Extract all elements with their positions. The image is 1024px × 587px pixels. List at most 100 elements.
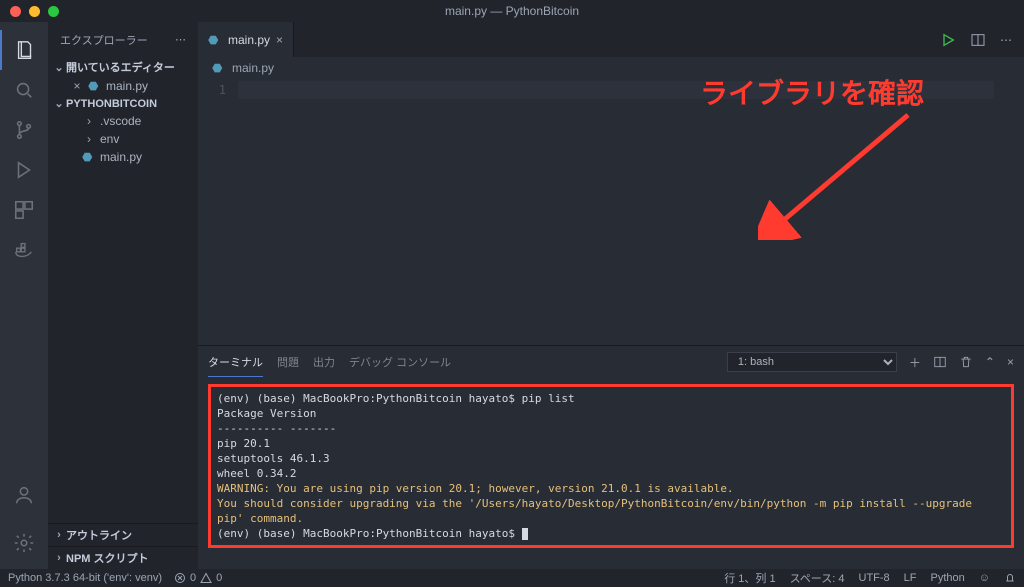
annotation-text: ライブラリを確認 [700,72,924,112]
search-activity[interactable] [0,70,48,110]
more-icon[interactable]: ⋯ [1000,33,1012,47]
status-problems[interactable]: 0 0 [174,572,222,584]
editor-tabs: ⬣ main.py × ⋯ [198,22,1024,57]
open-editors-section[interactable]: ⌄ 開いているエディター [48,57,198,77]
debug-activity[interactable] [0,150,48,190]
python-file-icon: ⬣ [208,33,222,47]
npm-scripts-section[interactable]: › NPM スクリプト [48,546,198,569]
docker-activity[interactable] [0,230,48,270]
python-file-icon: ⬣ [82,150,96,164]
editor-actions: ⋯ [940,22,1024,57]
close-icon[interactable]: × [276,33,283,47]
outline-section[interactable]: › アウトライン [48,523,198,546]
new-terminal-icon[interactable]: ＋ [909,354,921,371]
status-spaces[interactable]: スペース: 4 [790,570,845,586]
maximize-window-button[interactable] [48,6,59,17]
maximize-panel-icon[interactable]: ⌃ [985,355,995,369]
window-controls [10,6,59,17]
breadcrumb-text: main.py [232,61,274,75]
outline-label: アウトライン [66,527,132,543]
trash-icon[interactable] [959,355,973,369]
panel-tabs: ターミナル問題出力デバッグ コンソール 1: bash ＋ ⌃ × [198,346,1024,378]
panel-tab[interactable]: ターミナル [208,348,263,377]
folder-item[interactable]: ›env [48,130,198,148]
npm-label: NPM スクリプト [66,550,149,566]
python-file-icon: ⬣ [212,61,226,75]
terminal-line: WARNING: You are using pip version 20.1;… [217,481,1005,496]
tab-main-py[interactable]: ⬣ main.py × [198,22,294,57]
terminal-content[interactable]: (env) (base) MacBookPro:PythonBitcoin ha… [198,378,1024,569]
project-label: PYTHONBITCOIN [66,98,157,110]
account-icon [13,484,35,506]
split-terminal-icon[interactable] [933,355,947,369]
sidebar-title: エクスプローラー [60,32,148,48]
status-bar: Python 3.7.3 64-bit ('env': venv) 0 0 行 … [0,569,1024,587]
panel-tab[interactable]: 出力 [313,348,335,377]
run-icon[interactable] [940,32,956,48]
chevron-down-icon: ⌄ [52,97,66,110]
terminal-line: (env) (base) MacBookPro:PythonBitcoin ha… [217,526,1005,541]
tab-label: main.py [228,33,270,47]
panel-actions: 1: bash ＋ ⌃ × [727,352,1014,372]
terminal-line: You should consider upgrading via the '/… [217,496,1005,526]
folder-item[interactable]: ›.vscode [48,112,198,130]
search-icon [13,79,35,101]
chevron-down-icon: ⌄ [52,61,66,74]
terminal-line: (env) (base) MacBookPro:PythonBitcoin ha… [217,391,1005,406]
terminal-line: Package Version [217,406,1005,421]
open-editor-name: main.py [106,79,148,93]
chevron-right-icon: › [82,132,96,146]
panel-tab[interactable]: デバッグ コンソール [349,348,451,377]
close-icon[interactable]: × [70,79,84,93]
close-window-button[interactable] [10,6,21,17]
sidebar-more-icon[interactable]: ⋯ [175,33,186,46]
file-tree: ›.vscode›env⬣main.py [48,112,198,166]
bell-icon[interactable] [1004,570,1016,586]
gear-icon [13,532,35,554]
python-file-icon: ⬣ [88,79,102,93]
warning-icon [200,572,212,584]
play-bug-icon [13,159,35,181]
minimize-window-button[interactable] [29,6,40,17]
accounts-activity[interactable] [0,475,48,515]
terminal-line: pip 20.1 [217,436,1005,451]
window-title: main.py — PythonBitcoin [445,4,579,18]
activity-bar [0,22,48,569]
terminal-cursor [522,528,528,540]
status-eol[interactable]: LF [904,570,917,586]
extensions-activity[interactable] [0,190,48,230]
explorer-activity[interactable] [0,30,48,70]
git-branch-icon [13,119,35,141]
chevron-right-icon: › [52,552,66,564]
files-icon [14,39,36,61]
status-python[interactable]: Python 3.7.3 64-bit ('env': venv) [8,572,162,584]
terminal-line: wheel 0.34.2 [217,466,1005,481]
line-gutter: 1 [198,79,238,99]
terminal-line: setuptools 46.1.3 [217,451,1005,466]
open-editor-item[interactable]: × ⬣ main.py [48,77,198,95]
source-control-activity[interactable] [0,110,48,150]
docker-icon [13,239,35,261]
close-panel-icon[interactable]: × [1007,355,1014,369]
line-number: 1 [198,81,226,99]
titlebar: main.py — PythonBitcoin [0,0,1024,22]
explorer-sidebar: エクスプローラー ⋯ ⌄ 開いているエディター × ⬣ main.py ⌄ PY… [48,22,198,569]
panel-tab[interactable]: 問題 [277,348,299,377]
chevron-right-icon: › [52,529,66,541]
terminal-panel: ターミナル問題出力デバッグ コンソール 1: bash ＋ ⌃ × [198,345,1024,569]
extensions-icon [13,199,35,221]
status-encoding[interactable]: UTF-8 [859,570,890,586]
status-line-col[interactable]: 行 1、列 1 [724,570,775,586]
file-item[interactable]: ⬣main.py [48,148,198,166]
open-editors-label: 開いているエディター [66,59,175,75]
settings-activity[interactable] [0,523,48,563]
split-editor-icon[interactable] [970,32,986,48]
terminal-select[interactable]: 1: bash [727,352,897,372]
chevron-right-icon: › [82,114,96,128]
error-icon [174,572,186,584]
sidebar-header: エクスプローラー ⋯ [48,22,198,57]
terminal-line: ---------- ------- [217,421,1005,436]
project-section[interactable]: ⌄ PYTHONBITCOIN [48,95,198,112]
feedback-icon[interactable]: ☺ [979,570,990,586]
status-lang[interactable]: Python [931,570,965,586]
